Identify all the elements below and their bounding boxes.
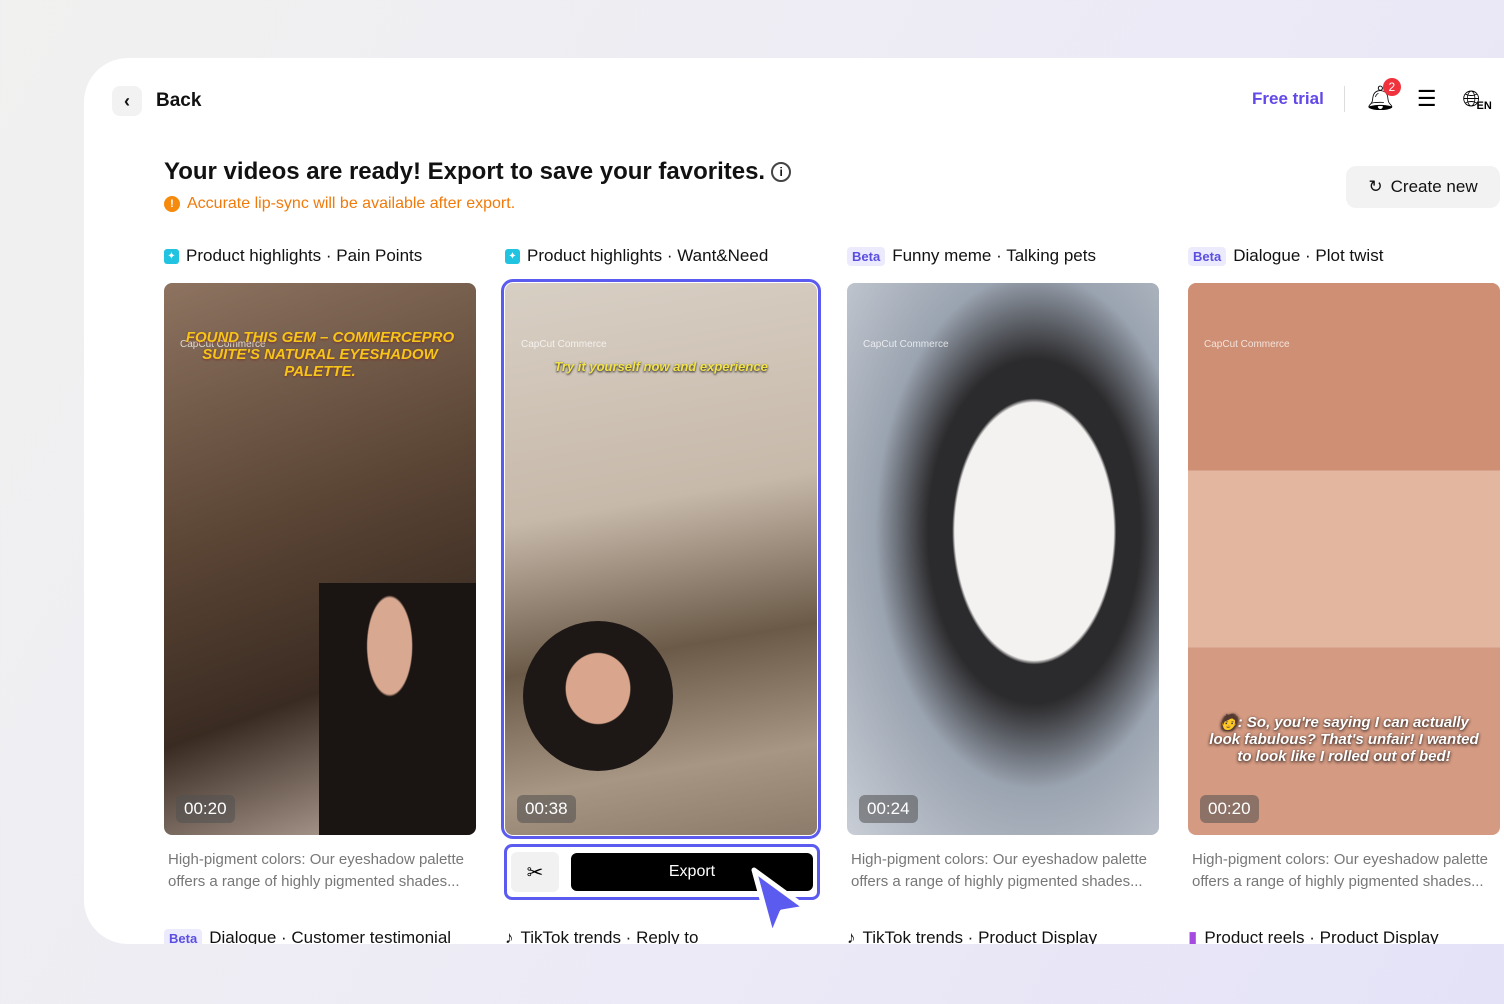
main-panel: ‹ Back Free trial 🔔︎ 2 ☰ 🌐︎ EN Your video… [84, 58, 1504, 944]
video-duration: 00:20 [176, 795, 235, 823]
notification-badge: 2 [1382, 78, 1401, 96]
layers-icon[interactable]: ☰ [1417, 86, 1437, 112]
page-title: Your videos are ready! Export to save yo… [164, 158, 766, 185]
beta-badge: Beta [164, 928, 203, 944]
video-card[interactable]: Beta Funny meme · Talking pets CapCut Com… [847, 244, 1159, 890]
video-card[interactable]: ✦ Product highlights · Pain Points CapCut… [164, 244, 476, 890]
language-code: EN [1476, 99, 1492, 112]
tiktok-icon: ♪ [505, 928, 514, 944]
sparkle-icon: ✦ [505, 248, 520, 264]
video-duration: 00:38 [517, 795, 576, 823]
notification-button[interactable]: 🔔︎ 2 [1365, 78, 1401, 113]
card-description: High-pigment colors: Our eyeshadow palet… [168, 851, 464, 890]
divider [1343, 85, 1345, 112]
back-label: Back [156, 90, 202, 111]
cursor-icon [751, 867, 809, 939]
card-category: Product highlights · Want&Need [527, 246, 769, 265]
card-description: High-pigment colors: Our eyeshadow palet… [1192, 851, 1488, 890]
lip-sync-warning: Accurate lip-sync will be available afte… [187, 195, 516, 212]
presenter-image [319, 583, 476, 835]
create-new-label: Create new [1390, 177, 1478, 196]
video-thumbnail[interactable]: CapCut Commerce Try it yourself now and … [501, 279, 821, 839]
video-duration: 00:24 [859, 795, 918, 823]
card-category: Funny meme · Talking pets [892, 246, 1096, 265]
info-icon[interactable]: i [771, 162, 792, 182]
card-category: TikTok trends · Product Display [862, 928, 1098, 944]
language-button[interactable]: 🌐︎ EN [1463, 86, 1492, 112]
sparkle-icon: ✦ [164, 248, 179, 264]
card-category: Product highlights · Pain Points [186, 246, 423, 265]
card-category: Dialogue · Plot twist [1233, 246, 1384, 265]
card-category: TikTok trends · Reply to [520, 928, 699, 944]
card-category: Dialogue · Customer testimonial [209, 928, 452, 944]
free-trial-link[interactable]: Free trial [1252, 89, 1324, 109]
tiktok-icon: ♪ [847, 928, 856, 944]
refresh-icon: ↻ [1368, 177, 1383, 196]
beta-badge: Beta [1188, 246, 1227, 266]
card-category: Product reels · Product Display [1204, 928, 1439, 944]
video-caption: Try it yourself now and experience [554, 359, 768, 374]
video-card[interactable]: Beta Dialogue · Plot twist CapCut Commerc… [1188, 244, 1500, 890]
video-thumbnail[interactable]: CapCut Commerce FOUND THIS GEM – COMMERC… [164, 283, 476, 835]
video-caption: FOUND THIS GEM – COMMERCEPRO SUITE'S NAT… [185, 329, 455, 380]
reels-icon: ▮ [1188, 928, 1198, 944]
watermark: CapCut Commerce [521, 339, 607, 350]
presenter-bubble [523, 621, 673, 771]
card-description: High-pigment colors: Our eyeshadow palet… [851, 851, 1147, 890]
create-new-button[interactable]: ↻ Create new [1346, 166, 1500, 208]
video-duration: 00:20 [1200, 795, 1259, 823]
beta-badge: Beta [847, 246, 886, 266]
warning-icon: ! [164, 196, 180, 212]
chevron-left-icon: ‹ [112, 86, 142, 116]
video-card-selected[interactable]: ✦ Product highlights · Want&Need CapCut C… [501, 244, 821, 839]
video-thumbnail[interactable]: CapCut Commerce 🧑: So, you're saying I c… [1188, 283, 1500, 835]
watermark: CapCut Commerce [863, 339, 949, 350]
scissors-icon[interactable]: ✂ [511, 852, 559, 892]
watermark: CapCut Commerce [1204, 339, 1290, 350]
video-thumbnail[interactable]: CapCut Commerce 00:24 [847, 283, 1159, 835]
back-button[interactable]: ‹ Back [112, 86, 201, 116]
video-caption: 🧑: So, you're saying I can actually look… [1209, 714, 1479, 765]
